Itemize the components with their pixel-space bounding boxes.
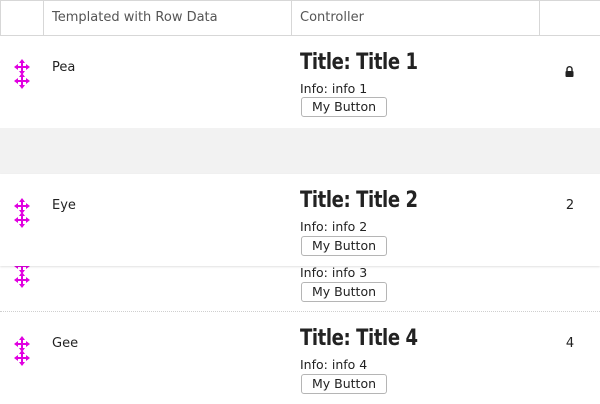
row-info: Info: info 3: [300, 265, 368, 280]
header-template-column[interactable]: Templated with Row Data: [44, 1, 292, 35]
controller-cell: Title: Title 4 Info: info 4 My Button: [300, 312, 540, 404]
row-number: 4: [565, 336, 575, 351]
row-name: Eye: [52, 198, 76, 213]
row-name: Pea: [52, 60, 76, 75]
row-info: Info: info 4: [300, 357, 368, 372]
row-number: 2: [565, 198, 575, 213]
my-button[interactable]: My Button: [301, 236, 387, 256]
row-title: Title: Title 2: [300, 188, 418, 213]
move-cross-icon[interactable]: [14, 59, 30, 89]
header-controller-column[interactable]: Controller: [292, 1, 540, 35]
table-row[interactable]: Gee Title: Title 4 Info: info 4 My Butto…: [0, 312, 600, 404]
dragged-table-row[interactable]: Eye Title: Title 2 Info: info 2 My Butto…: [0, 174, 600, 266]
table-row[interactable]: Pea Title: Title 1 Info: info 1 My Butto…: [0, 36, 600, 128]
my-button[interactable]: My Button: [301, 97, 387, 117]
controller-cell: Title: Title 1 Info: info 1 My Button: [300, 36, 540, 128]
controller-cell: Title: Title 2 Info: info 2 My Button: [300, 174, 540, 266]
row-name: Gee: [52, 336, 79, 351]
grid-header: Templated with Row Data Controller: [0, 0, 600, 36]
move-cross-icon[interactable]: [14, 336, 30, 366]
row-drop-placeholder: [0, 128, 600, 174]
move-cross-icon[interactable]: [14, 198, 30, 228]
data-grid: Templated with Row Data Controller Info:…: [0, 0, 600, 404]
header-drag-column[interactable]: [0, 1, 44, 35]
row-info: Info: info 2: [300, 219, 368, 234]
my-button[interactable]: My Button: [301, 374, 387, 394]
row-title: Title: Title 4: [300, 326, 418, 351]
header-number-column[interactable]: [540, 1, 600, 35]
lock-icon: [565, 62, 574, 81]
row-info: Info: info 1: [300, 81, 368, 96]
my-button[interactable]: My Button: [301, 282, 387, 302]
row-title: Title: Title 1: [300, 50, 418, 75]
